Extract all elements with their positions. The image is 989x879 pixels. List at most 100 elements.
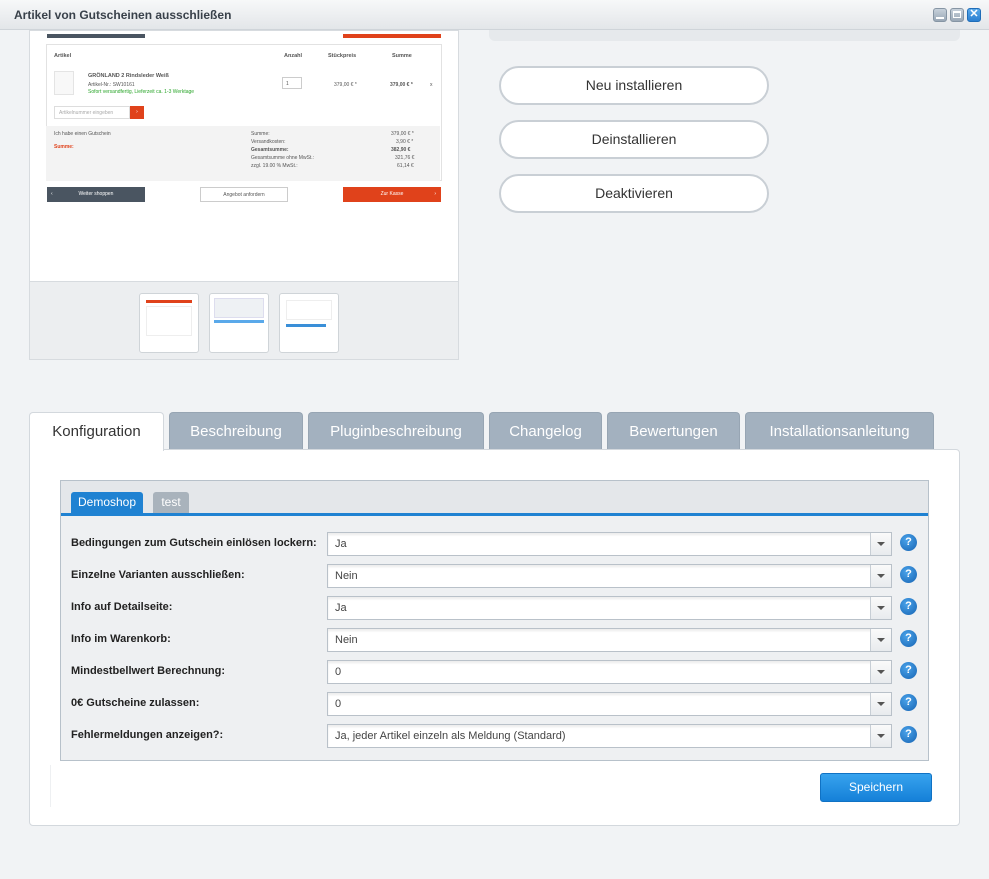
select-value: Ja, jeder Artikel einzeln als Meldung (S… [335,730,566,742]
dropdown-trigger[interactable] [870,565,891,587]
cart-add-button: › [130,106,144,119]
tab-installationsanleitung[interactable]: Installationsanleitung [745,412,934,450]
thumbnail-strip [30,281,458,359]
chevron-down-icon [877,606,885,610]
config-label: 0€ Gutscheine zulassen: [71,697,200,709]
select-value: 0 [335,698,342,710]
product-thumbnail [54,71,74,95]
chevron-down-icon [877,574,885,578]
cart-line-total: 379,00 € * [390,82,413,88]
cart-product-number: Artikel-Nr.: SW10161 [88,82,135,88]
chevron-down-icon [877,638,885,642]
cart-col-sum: Summe [392,53,412,59]
tab-changelog[interactable]: Changelog [489,412,602,450]
tab-pluginbeschreibung[interactable]: Pluginbeschreibung [308,412,484,450]
preview-thumbnail[interactable] [209,293,269,353]
cart-continue-label: Weiter shoppen [78,191,114,197]
preview-thumbnail[interactable] [139,293,199,353]
config-label: Einzelne Varianten ausschließen: [71,569,245,581]
minimize-button[interactable] [933,8,947,22]
select-value: Ja [335,602,347,614]
dropdown-trigger[interactable] [870,693,891,715]
chevron-down-icon [877,670,885,674]
help-icon[interactable]: ? [900,534,917,551]
reinstall-button[interactable]: Neu installieren [499,66,769,105]
cart-remove: x [430,82,433,88]
cart-shipping-heading: Summe: [54,144,74,150]
select-value: Ja [335,538,347,550]
cart-total-value: 379,00 € * [391,131,414,137]
uninstall-button[interactable]: Deinstallieren [499,120,769,159]
maximize-icon [953,11,961,18]
select-value: 0 [335,666,342,678]
tab-beschreibung[interactable]: Beschreibung [169,412,303,450]
help-icon[interactable]: ? [900,726,917,743]
tab-bewertungen[interactable]: Bewertungen [607,412,740,450]
maximize-button[interactable] [950,8,964,22]
dropdown-trigger[interactable] [870,725,891,747]
cart-total-label: Gesamtsumme: [251,147,289,153]
cart-col-unit-price: Stückpreis [328,53,357,59]
dropdown-trigger[interactable] [870,597,891,619]
cart-total-label: Gesamtsumme ohne MwSt.: [251,155,315,161]
cart-delivery-info: Sofort versandfertig, Lieferzeit ca. 1-3… [88,89,195,95]
shop-tab-demoshop[interactable]: Demoshop [71,492,143,513]
preview-thumbnail[interactable] [279,293,339,353]
cart-continue-button: ‹ Weiter shoppen [47,187,145,202]
help-icon[interactable]: ? [900,662,917,679]
help-icon[interactable]: ? [900,598,917,615]
cart-total-value: 321,76 € [395,155,415,161]
cart-total-label: Versandkosten: [251,139,286,145]
help-icon[interactable]: ? [900,694,917,711]
config-label: Mindestbellwert Berechnung: [71,665,226,677]
save-button[interactable]: Speichern [820,773,932,802]
select-value: Nein [335,634,358,646]
window-titlebar: Artikel von Gutscheinen ausschließen ✕ [0,0,989,30]
cart-col-article: Artikel [54,53,72,59]
close-button[interactable]: ✕ [967,8,981,22]
help-icon[interactable]: ? [900,630,917,647]
plugin-preview: Artikel Anzahl Stückpreis Summe GRÖNLAND… [29,30,459,360]
cart-voucher-checkbox: Ich habe einen Gutschein [54,131,111,137]
dropdown-trigger[interactable] [870,661,891,683]
config-label: Bedingungen zum Gutschein einlösen locke… [71,537,317,549]
info-panel-bottom [489,30,960,41]
chevron-down-icon [877,702,885,706]
chevron-right-icon: › [434,191,436,197]
help-icon[interactable]: ? [900,566,917,583]
config-select[interactable]: Ja [327,596,892,620]
dropdown-trigger[interactable] [870,629,891,651]
preview-screenshot: Artikel Anzahl Stückpreis Summe GRÖNLAND… [46,31,442,206]
config-select[interactable]: Nein [327,564,892,588]
cart-total-label: Summe: [251,131,270,137]
minimize-icon [936,17,944,19]
cart-product-name: GRÖNLAND 2 Rindsleder Weiß [88,73,169,79]
cart-qty: 1 [286,81,289,87]
cart-article-input: Artikelnummer eingeben [59,110,114,116]
config-select[interactable]: Ja [327,532,892,556]
cart-col-qty: Anzahl [284,53,303,59]
cart-checkout-button: Zur Kasse › [343,187,441,202]
config-select[interactable]: 0 [327,660,892,684]
cart-checkout-label: Zur Kasse [380,191,404,197]
shop-tab-test[interactable]: test [153,492,189,513]
config-label: Info auf Detailseite: [71,601,173,613]
config-select[interactable]: Ja, jeder Artikel einzeln als Meldung (S… [327,724,892,748]
config-label: Fehlermeldungen anzeigen?: [71,729,224,741]
window-title: Artikel von Gutscheinen ausschließen [14,8,232,22]
config-select[interactable]: Nein [327,628,892,652]
config-form: Demoshop test [60,480,929,761]
deactivate-button[interactable]: Deaktivieren [499,174,769,213]
dropdown-trigger[interactable] [870,533,891,555]
close-icon: ✕ [969,8,979,20]
cart-offer-button: Angebot anfordern [200,187,288,202]
tab-konfiguration[interactable]: Konfiguration [29,412,164,451]
config-label: Info im Warenkorb: [71,633,171,645]
config-select[interactable]: 0 [327,692,892,716]
shop-tab-bar: Demoshop test [61,481,928,516]
cart-total-value: 61,14 € [397,163,414,169]
form-footer [50,765,938,807]
cart-total-label: zzgl. 19.00 % MwSt.: [251,163,298,169]
cart-total-value: 3,90 € * [396,139,414,145]
cart-unit-price: 379,00 € * [334,82,357,88]
